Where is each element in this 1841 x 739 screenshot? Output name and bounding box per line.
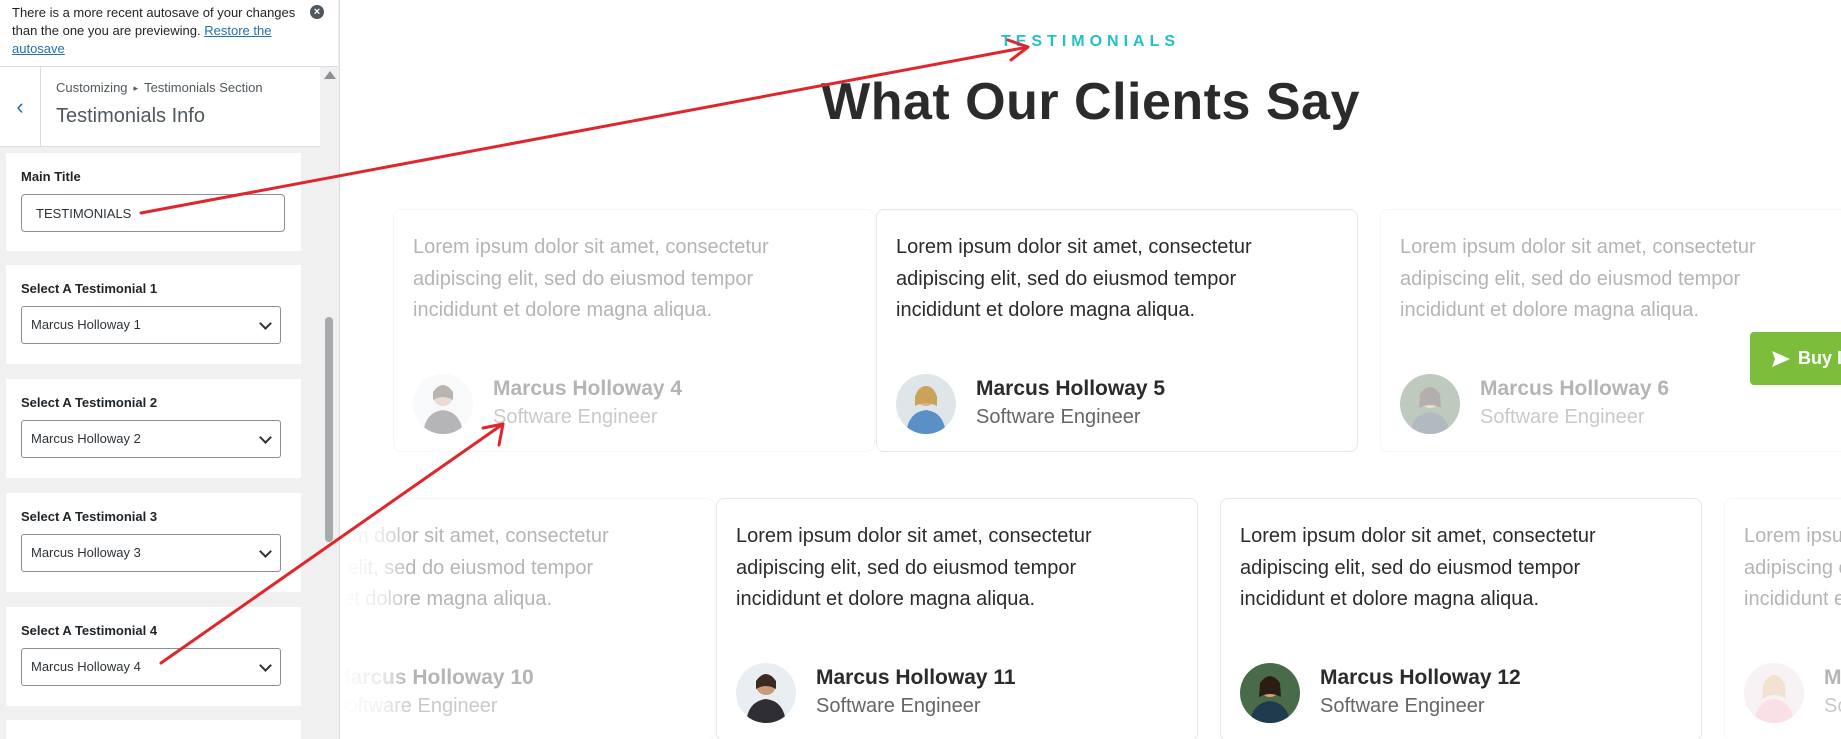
testimonial-name: Marcus Holloway 4 bbox=[493, 377, 683, 400]
section-title: Testimonials Info bbox=[56, 105, 205, 127]
testimonial-3-value: Marcus Holloway 3 bbox=[31, 545, 141, 560]
back-button[interactable]: ‹ bbox=[0, 67, 41, 146]
testimonial-card: Lorem ipsum dolor sit amet, consectetur … bbox=[876, 209, 1358, 452]
autosave-notice: There is a more recent autosave of your … bbox=[0, 0, 338, 67]
chevron-down-icon bbox=[259, 317, 272, 330]
testimonial-1-label: Select A Testimonial 1 bbox=[21, 281, 158, 296]
testimonial-role: Software Engineer bbox=[976, 406, 1141, 428]
main-title-input[interactable] bbox=[21, 194, 285, 232]
testimonial-name: Marcus Holloway 13 bbox=[1824, 666, 1841, 689]
breadcrumb-section: Testimonials Section bbox=[144, 80, 263, 95]
buy-button-label: Buy I bbox=[1798, 348, 1841, 368]
chevron-down-icon bbox=[259, 659, 272, 672]
testimonial-2-value: Marcus Holloway 2 bbox=[31, 431, 141, 446]
testimonial-1-select[interactable]: Marcus Holloway 1 bbox=[21, 306, 281, 344]
testimonial-card: Lorem ipsum dolor sit amet, consectetur … bbox=[393, 209, 875, 452]
testimonial-role: Software Engineer bbox=[1824, 695, 1841, 717]
buy-button[interactable]: Buy I bbox=[1750, 332, 1841, 385]
testimonial-quote: Lorem ipsum dolor sit amet, consectetur … bbox=[896, 236, 1252, 321]
testimonial-2-select[interactable]: Marcus Holloway 2 bbox=[21, 420, 281, 458]
scroll-up-arrow-icon[interactable] bbox=[324, 71, 336, 79]
testimonial-3-select[interactable]: Marcus Holloway 3 bbox=[21, 534, 281, 572]
testimonial-name: Marcus Holloway 11 bbox=[816, 666, 1016, 689]
customizer-sidebar: There is a more recent autosave of your … bbox=[0, 0, 340, 739]
send-icon bbox=[1772, 350, 1790, 367]
avatar bbox=[1744, 663, 1804, 723]
next-control-partial bbox=[6, 720, 301, 739]
avatar bbox=[1400, 374, 1460, 434]
testimonial-2-control: Select A Testimonial 2 Marcus Holloway 2 bbox=[6, 379, 301, 478]
section-eyebrow: TESTIMONIALS bbox=[1000, 33, 1181, 50]
chevron-down-icon bbox=[259, 431, 272, 444]
main-title-control: Main Title bbox=[6, 153, 301, 251]
testimonial-quote: Lorem ipsum dolor sit amet, consectetur … bbox=[413, 236, 769, 321]
testimonial-quote: Lorem ipsum dolor sit amet, consectetur … bbox=[736, 525, 1092, 610]
testimonial-quote: Lorem ipsum dolor sit amet, consectetur … bbox=[1400, 236, 1756, 321]
section-header: ‹ Customizing ▸ Testimonials Section Testi… bbox=[0, 67, 320, 147]
avatar bbox=[413, 374, 473, 434]
testimonial-name: Marcus Holloway 5 bbox=[976, 377, 1166, 400]
testimonial-3-control: Select A Testimonial 3 Marcus Holloway 3 bbox=[6, 493, 301, 592]
testimonial-role: Software Engineer bbox=[816, 695, 981, 717]
slider-edge-fade bbox=[340, 470, 410, 739]
main-title-label: Main Title bbox=[21, 169, 81, 184]
scrollbar-thumb[interactable] bbox=[325, 317, 333, 542]
testimonial-card: Lorem ipsum dolor sit amet, consectetur … bbox=[1220, 498, 1702, 739]
avatar bbox=[896, 374, 956, 434]
sidebar-scrollbar[interactable] bbox=[322, 67, 336, 739]
testimonial-2-label: Select A Testimonial 2 bbox=[21, 395, 158, 410]
testimonial-name: Marcus Holloway 6 bbox=[1480, 377, 1670, 400]
avatar bbox=[1240, 663, 1300, 723]
testimonial-4-label: Select A Testimonial 4 bbox=[21, 623, 158, 638]
testimonial-quote: Lorem ipsum dolor sit amet, consectetur … bbox=[1240, 525, 1596, 610]
chevron-down-icon bbox=[259, 545, 272, 558]
testimonial-name: Marcus Holloway 12 bbox=[1320, 666, 1521, 689]
chevron-left-icon: ‹ bbox=[16, 93, 24, 119]
testimonial-role: Software Engineer bbox=[493, 406, 658, 428]
testimonial-1-value: Marcus Holloway 1 bbox=[31, 317, 141, 332]
testimonial-4-select[interactable]: Marcus Holloway 4 bbox=[21, 648, 281, 686]
testimonial-role: Software Engineer bbox=[1480, 406, 1645, 428]
testimonial-role: Software Engineer bbox=[1320, 695, 1485, 717]
testimonial-card: Lorem ipsum dolor sit amet, consectetur … bbox=[1380, 209, 1841, 452]
testimonial-4-control: Select A Testimonial 4 Marcus Holloway 4 bbox=[6, 607, 301, 706]
section-heading: What Our Clients Say bbox=[821, 73, 1360, 131]
testimonial-3-label: Select A Testimonial 3 bbox=[21, 509, 158, 524]
testimonial-1-control: Select A Testimonial 1 Marcus Holloway 1 bbox=[6, 265, 301, 364]
breadcrumb-root: Customizing bbox=[56, 80, 128, 95]
breadcrumb: Customizing ▸ Testimonials Section bbox=[56, 80, 263, 95]
close-icon[interactable]: × bbox=[310, 5, 324, 19]
testimonial-card: Lorem ipsum dolor sit amet, consectetur … bbox=[716, 498, 1198, 739]
testimonial-quote: Lorem ipsum dolor sit amet, consectetur … bbox=[1744, 525, 1841, 610]
testimonial-card: Lorem ipsum dolor sit amet, consectetur … bbox=[1724, 498, 1841, 739]
avatar bbox=[736, 663, 796, 723]
testimonial-4-value: Marcus Holloway 4 bbox=[31, 659, 141, 674]
breadcrumb-separator-icon: ▸ bbox=[133, 83, 139, 93]
site-preview: TESTIMONIALS What Our Clients Say Lorem … bbox=[340, 0, 1841, 739]
